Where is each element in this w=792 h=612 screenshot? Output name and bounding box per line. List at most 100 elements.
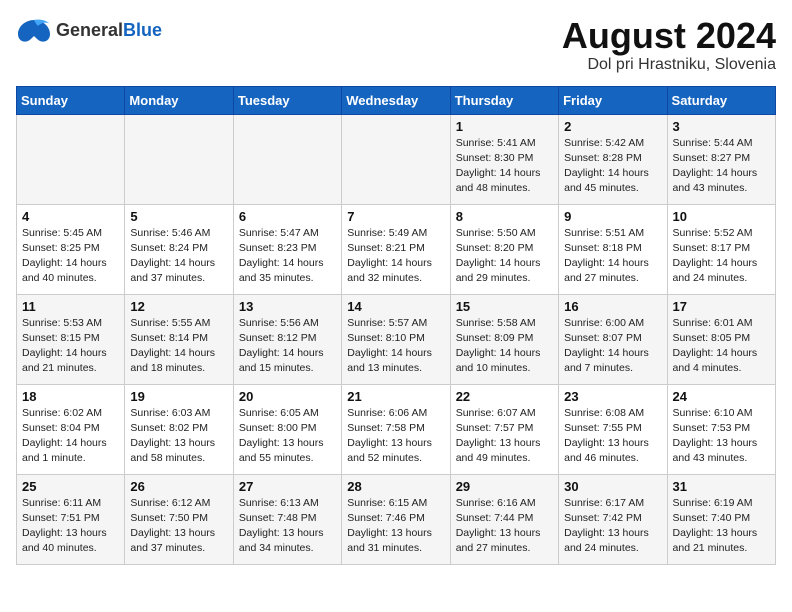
day-number: 29 <box>456 479 553 494</box>
logo-general: General <box>56 20 123 40</box>
weekday-header: Tuesday <box>233 86 341 114</box>
calendar-cell: 18Sunrise: 6:02 AM Sunset: 8:04 PM Dayli… <box>17 384 125 474</box>
day-number: 13 <box>239 299 336 314</box>
calendar-cell: 26 Sunrise: 6:12 AM Sunset: 7:50 PM Dayli… <box>125 474 233 564</box>
day-number: 5 <box>130 209 227 224</box>
calendar-cell: 22Sunrise: 6:07 AM Sunset: 7:57 PM Dayli… <box>450 384 558 474</box>
calendar-cell <box>125 114 233 204</box>
cell-info: Sunrise: 5:55 AM Sunset: 8:14 PM Dayligh… <box>130 316 227 377</box>
day-number: 4 <box>22 209 119 224</box>
day-number: 7 <box>347 209 444 224</box>
calendar-cell: 31Sunrise: 6:19 AM Sunset: 7:40 PM Dayli… <box>667 474 775 564</box>
cell-info: Sunrise: 6:00 AM Sunset: 8:07 PM Dayligh… <box>564 316 661 377</box>
cell-info: Sunrise: 6:13 AM Sunset: 7:48 PM Dayligh… <box>239 496 336 557</box>
weekday-header: Saturday <box>667 86 775 114</box>
day-number: 12 <box>130 299 227 314</box>
calendar-week-row: 1 Sunrise: 5:41 AM Sunset: 8:30 PM Daylig… <box>17 114 776 204</box>
day-number: 1 <box>456 119 553 134</box>
logo: GeneralBlue <box>16 16 162 44</box>
cell-info: Sunrise: 6:06 AM Sunset: 7:58 PM Dayligh… <box>347 406 444 467</box>
weekday-header: Friday <box>559 86 667 114</box>
cell-info: Sunrise: 6:19 AM Sunset: 7:40 PM Dayligh… <box>673 496 770 557</box>
calendar-week-row: 25 Sunrise: 6:11 AM Sunset: 7:51 PM Dayli… <box>17 474 776 564</box>
day-number: 19 <box>130 389 227 404</box>
cell-info: Sunrise: 6:17 AM Sunset: 7:42 PM Dayligh… <box>564 496 661 557</box>
cell-info: Sunrise: 6:01 AM Sunset: 8:05 PM Dayligh… <box>673 316 770 377</box>
calendar-cell: 24 Sunrise: 6:10 AM Sunset: 7:53 PM Dayli… <box>667 384 775 474</box>
calendar-cell: 25 Sunrise: 6:11 AM Sunset: 7:51 PM Dayli… <box>17 474 125 564</box>
calendar-cell: 29 Sunrise: 6:16 AM Sunset: 7:44 PM Dayli… <box>450 474 558 564</box>
day-number: 18 <box>22 389 119 404</box>
day-number: 30 <box>564 479 661 494</box>
calendar-cell <box>17 114 125 204</box>
cell-info: Sunrise: 6:16 AM Sunset: 7:44 PM Dayligh… <box>456 496 553 557</box>
day-number: 6 <box>239 209 336 224</box>
day-number: 10 <box>673 209 770 224</box>
logo-blue: Blue <box>123 20 162 40</box>
day-number: 11 <box>22 299 119 314</box>
calendar-cell: 10Sunrise: 5:52 AM Sunset: 8:17 PM Dayli… <box>667 204 775 294</box>
calendar-week-row: 4 Sunrise: 5:45 AM Sunset: 8:25 PM Daylig… <box>17 204 776 294</box>
cell-info: Sunrise: 6:12 AM Sunset: 7:50 PM Dayligh… <box>130 496 227 557</box>
day-number: 26 <box>130 479 227 494</box>
page-subtitle: Dol pri Hrastniku, Slovenia <box>562 56 776 74</box>
calendar-cell: 17Sunrise: 6:01 AM Sunset: 8:05 PM Dayli… <box>667 294 775 384</box>
cell-info: Sunrise: 6:10 AM Sunset: 7:53 PM Dayligh… <box>673 406 770 467</box>
cell-info: Sunrise: 6:15 AM Sunset: 7:46 PM Dayligh… <box>347 496 444 557</box>
calendar-cell: 19 Sunrise: 6:03 AM Sunset: 8:02 PM Dayli… <box>125 384 233 474</box>
weekday-header: Thursday <box>450 86 558 114</box>
page-title: August 2024 <box>562 16 776 56</box>
calendar-cell: 15 Sunrise: 5:58 AM Sunset: 8:09 PM Dayli… <box>450 294 558 384</box>
calendar-cell: 13 Sunrise: 5:56 AM Sunset: 8:12 PM Dayli… <box>233 294 341 384</box>
cell-info: Sunrise: 5:56 AM Sunset: 8:12 PM Dayligh… <box>239 316 336 377</box>
day-number: 21 <box>347 389 444 404</box>
cell-info: Sunrise: 5:50 AM Sunset: 8:20 PM Dayligh… <box>456 226 553 287</box>
cell-info: Sunrise: 5:58 AM Sunset: 8:09 PM Dayligh… <box>456 316 553 377</box>
calendar-header-row: SundayMondayTuesdayWednesdayThursdayFrid… <box>17 86 776 114</box>
day-number: 8 <box>456 209 553 224</box>
calendar-table: SundayMondayTuesdayWednesdayThursdayFrid… <box>16 86 776 565</box>
calendar-cell <box>342 114 450 204</box>
calendar-cell: 6 Sunrise: 5:47 AM Sunset: 8:23 PM Daylig… <box>233 204 341 294</box>
cell-info: Sunrise: 6:05 AM Sunset: 8:00 PM Dayligh… <box>239 406 336 467</box>
day-number: 2 <box>564 119 661 134</box>
calendar-cell: 28 Sunrise: 6:15 AM Sunset: 7:46 PM Dayli… <box>342 474 450 564</box>
calendar-cell: 5 Sunrise: 5:46 AM Sunset: 8:24 PM Daylig… <box>125 204 233 294</box>
cell-info: Sunrise: 6:11 AM Sunset: 7:51 PM Dayligh… <box>22 496 119 557</box>
page-header: GeneralBlue August 2024 Dol pri Hrastnik… <box>16 16 776 74</box>
day-number: 24 <box>673 389 770 404</box>
calendar-cell: 3 Sunrise: 5:44 AM Sunset: 8:27 PM Daylig… <box>667 114 775 204</box>
day-number: 3 <box>673 119 770 134</box>
day-number: 27 <box>239 479 336 494</box>
cell-info: Sunrise: 5:51 AM Sunset: 8:18 PM Dayligh… <box>564 226 661 287</box>
logo-icon <box>16 16 52 44</box>
calendar-cell: 21 Sunrise: 6:06 AM Sunset: 7:58 PM Dayli… <box>342 384 450 474</box>
day-number: 20 <box>239 389 336 404</box>
day-number: 25 <box>22 479 119 494</box>
cell-info: Sunrise: 5:46 AM Sunset: 8:24 PM Dayligh… <box>130 226 227 287</box>
day-number: 15 <box>456 299 553 314</box>
cell-info: Sunrise: 5:41 AM Sunset: 8:30 PM Dayligh… <box>456 136 553 197</box>
title-block: August 2024 Dol pri Hrastniku, Slovenia <box>562 16 776 74</box>
day-number: 14 <box>347 299 444 314</box>
calendar-cell: 7Sunrise: 5:49 AM Sunset: 8:21 PM Daylig… <box>342 204 450 294</box>
cell-info: Sunrise: 6:03 AM Sunset: 8:02 PM Dayligh… <box>130 406 227 467</box>
calendar-cell: 12 Sunrise: 5:55 AM Sunset: 8:14 PM Dayli… <box>125 294 233 384</box>
calendar-cell: 1 Sunrise: 5:41 AM Sunset: 8:30 PM Daylig… <box>450 114 558 204</box>
day-number: 28 <box>347 479 444 494</box>
calendar-cell: 4 Sunrise: 5:45 AM Sunset: 8:25 PM Daylig… <box>17 204 125 294</box>
weekday-header: Wednesday <box>342 86 450 114</box>
calendar-cell: 16Sunrise: 6:00 AM Sunset: 8:07 PM Dayli… <box>559 294 667 384</box>
cell-info: Sunrise: 5:53 AM Sunset: 8:15 PM Dayligh… <box>22 316 119 377</box>
calendar-cell: 23Sunrise: 6:08 AM Sunset: 7:55 PM Dayli… <box>559 384 667 474</box>
cell-info: Sunrise: 5:45 AM Sunset: 8:25 PM Dayligh… <box>22 226 119 287</box>
calendar-cell: 2Sunrise: 5:42 AM Sunset: 8:28 PM Daylig… <box>559 114 667 204</box>
day-number: 9 <box>564 209 661 224</box>
cell-info: Sunrise: 5:44 AM Sunset: 8:27 PM Dayligh… <box>673 136 770 197</box>
cell-info: Sunrise: 5:47 AM Sunset: 8:23 PM Dayligh… <box>239 226 336 287</box>
calendar-week-row: 11 Sunrise: 5:53 AM Sunset: 8:15 PM Dayli… <box>17 294 776 384</box>
weekday-header: Sunday <box>17 86 125 114</box>
calendar-cell: 9 Sunrise: 5:51 AM Sunset: 8:18 PM Daylig… <box>559 204 667 294</box>
calendar-week-row: 18Sunrise: 6:02 AM Sunset: 8:04 PM Dayli… <box>17 384 776 474</box>
calendar-cell: 30 Sunrise: 6:17 AM Sunset: 7:42 PM Dayli… <box>559 474 667 564</box>
